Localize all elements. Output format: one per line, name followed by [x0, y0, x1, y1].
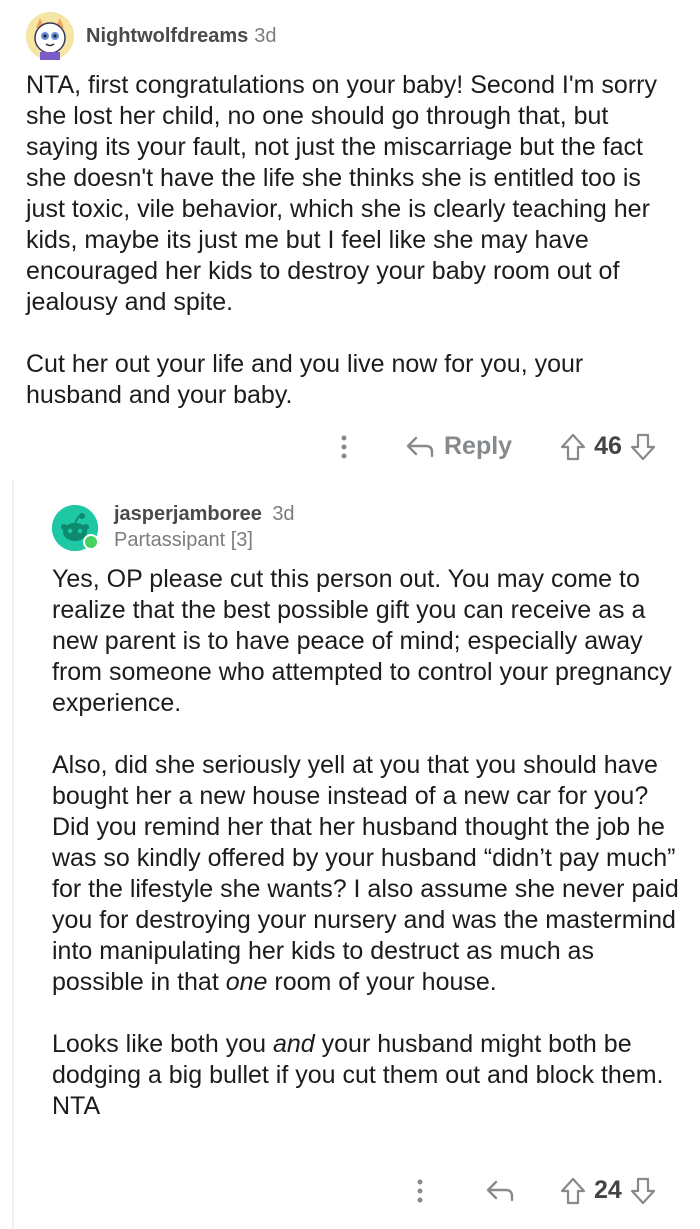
upvote-icon[interactable] — [560, 1177, 586, 1205]
reply-arrow-icon — [406, 435, 434, 459]
paragraph-text: Also, did she seriously yell at you that… — [52, 751, 679, 996]
more-options-icon[interactable] — [332, 435, 356, 459]
comment-actions: 24 — [408, 1176, 656, 1205]
comment-age: 3d — [254, 24, 277, 47]
downvote-icon[interactable] — [630, 433, 656, 461]
comment-body: NTA, first congratulations on your baby!… — [26, 70, 676, 411]
more-options-icon[interactable] — [408, 1179, 432, 1203]
comment-paragraph: Yes, OP please cut this person out. You … — [52, 565, 672, 717]
vote-score: 24 — [594, 1176, 622, 1204]
username[interactable]: Nightwolfdreams — [86, 25, 248, 48]
online-status-dot — [83, 533, 99, 550]
comment-paragraph: Also, did she seriously yell at you that… — [52, 750, 680, 998]
comment-header: jasperjamboree 3d Partassipant [3] — [52, 502, 295, 553]
emphasis-text: one — [225, 968, 268, 996]
username[interactable]: jasperjamboree — [114, 503, 262, 525]
reply-arrow-icon[interactable] — [486, 1179, 514, 1203]
vote-score: 46 — [594, 432, 622, 460]
downvote-icon[interactable] — [630, 1177, 656, 1205]
avatar[interactable] — [52, 504, 99, 551]
comment-reply: jasperjamboree 3d Partassipant [3] Yes, … — [0, 480, 700, 1229]
reply-button[interactable]: Reply — [406, 432, 512, 461]
author-block: jasperjamboree 3d Partassipant [3] — [114, 502, 295, 553]
comment-paragraph: NTA, first congratulations on your baby!… — [26, 71, 657, 316]
avatar[interactable] — [26, 12, 74, 60]
emphasis-text: and — [272, 1030, 315, 1058]
avatar-illustration-icon — [26, 12, 74, 60]
comment-actions: Reply 46 — [332, 432, 656, 461]
upvote-icon[interactable] — [560, 433, 586, 461]
comment-paragraph: Looks like both you and your husband mig… — [52, 1029, 680, 1122]
paragraph-text: Looks like both you — [52, 1030, 267, 1058]
paragraph-text: room of your house. — [267, 968, 497, 996]
comment-paragraph: Cut her out your life and you live now f… — [26, 350, 584, 409]
user-flair: Partassipant [3] — [114, 529, 253, 551]
comment-age: 3d — [272, 503, 295, 525]
comment-header: Nightwolfdreams 3d — [26, 12, 277, 60]
reply-label: Reply — [444, 432, 513, 460]
comment-body: Yes, OP please cut this person out. You … — [52, 564, 680, 1122]
comment: Nightwolfdreams 3d NTA, first congratula… — [0, 0, 700, 480]
